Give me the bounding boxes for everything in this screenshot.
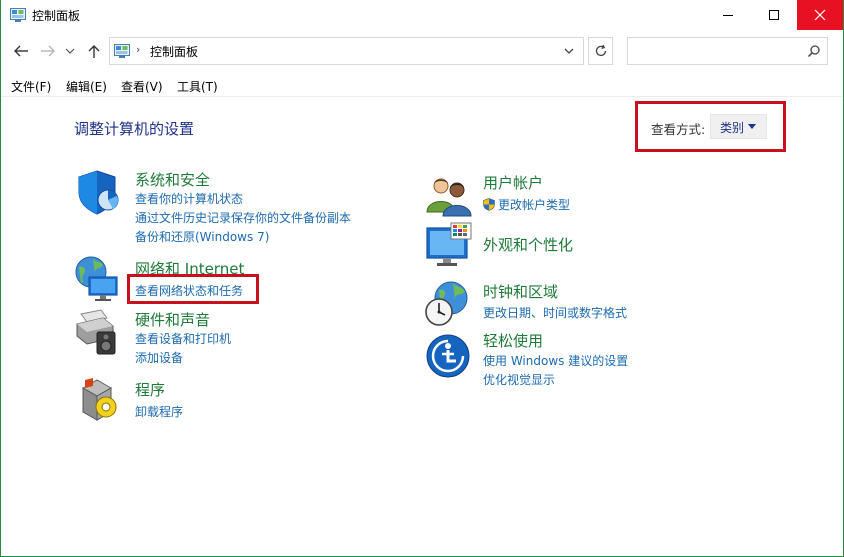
menu-view[interactable]: 查看(V): [121, 78, 163, 95]
menu-tools[interactable]: 工具(T): [177, 78, 218, 95]
arrow-left-icon: [14, 45, 28, 57]
maximize-button[interactable]: [751, 0, 797, 30]
breadcrumb-separator[interactable]: ›: [136, 43, 140, 56]
maximize-icon: [769, 10, 779, 20]
programs-icon: [81, 378, 117, 421]
link-devices-printers[interactable]: 查看设备和打印机: [135, 330, 231, 347]
close-icon: [814, 9, 826, 21]
link-change-account-type-label: 更改帐户类型: [498, 198, 571, 212]
category-system-security[interactable]: 系统和安全: [135, 169, 210, 190]
minimize-button[interactable]: [705, 0, 751, 30]
forward-button[interactable]: [39, 42, 57, 60]
menu-file[interactable]: 文件(F): [11, 78, 51, 95]
link-backup-restore[interactable]: 备份和还原(Windows 7): [135, 228, 269, 245]
menu-bar: 文件(F) 编辑(E) 查看(V) 工具(T): [1, 73, 843, 97]
system-security-shield-icon: [78, 170, 119, 215]
recent-locations-button[interactable]: [63, 42, 77, 60]
link-optimize-visual-display[interactable]: 优化视觉显示: [483, 371, 555, 388]
link-change-account-type[interactable]: 更改帐户类型: [483, 196, 570, 213]
link-file-history-backup[interactable]: 通过文件历史记录保存你的文件备份副本: [135, 209, 351, 226]
ease-of-access-icon: [426, 334, 470, 378]
chevron-down-icon: [65, 48, 75, 54]
category-user-accounts[interactable]: 用户帐户: [483, 172, 543, 193]
category-clock-region[interactable]: 时钟和区域: [483, 281, 558, 302]
address-bar[interactable]: › 控制面板: [109, 37, 584, 65]
control-panel-icon: [10, 8, 26, 22]
uac-shield-icon: [483, 198, 495, 211]
page-title: 调整计算机的设置: [74, 120, 195, 138]
arrow-up-icon: [88, 45, 100, 58]
link-add-device[interactable]: 添加设备: [135, 349, 183, 366]
up-button[interactable]: [85, 42, 103, 60]
clock-region-icon: [425, 281, 468, 326]
minimize-icon: [723, 15, 733, 16]
appearance-personalization-icon: [426, 222, 472, 266]
hardware-sound-printer-icon: [76, 309, 116, 355]
control-panel-window: 控制面板 › 控制面板 文件(F) 编辑(E) 查看(V) 工具(T) 调整计算…: [0, 0, 844, 557]
refresh-icon: [595, 44, 606, 57]
link-view-computer-status[interactable]: 查看你的计算机状态: [135, 190, 243, 207]
window-title: 控制面板: [32, 9, 81, 23]
search-icon: [807, 45, 820, 58]
title-bar[interactable]: 控制面板: [1, 0, 843, 32]
breadcrumb-control-panel[interactable]: 控制面板: [150, 43, 198, 60]
category-programs[interactable]: 程序: [135, 379, 165, 400]
refresh-button[interactable]: [588, 37, 613, 65]
chevron-down-icon[interactable]: [562, 45, 576, 57]
highlight-box-view-by: [635, 101, 786, 152]
link-change-date-time-format[interactable]: 更改日期、时间或数字格式: [483, 304, 627, 321]
user-accounts-icon: [426, 178, 472, 217]
link-use-recommended-settings[interactable]: 使用 Windows 建议的设置: [483, 352, 628, 369]
network-internet-icon: [75, 256, 118, 301]
category-hardware-sound[interactable]: 硬件和声音: [135, 309, 210, 330]
close-button[interactable]: [797, 0, 843, 30]
category-ease-of-access[interactable]: 轻松使用: [483, 330, 543, 351]
control-panel-icon: [114, 44, 130, 58]
back-button[interactable]: [12, 42, 30, 60]
menu-edit[interactable]: 编辑(E): [66, 78, 107, 95]
arrow-right-icon: [41, 45, 55, 57]
search-input[interactable]: [627, 37, 828, 65]
highlight-box-network-status: [127, 274, 259, 304]
link-uninstall-program[interactable]: 卸载程序: [135, 403, 183, 420]
category-appearance-personalization[interactable]: 外观和个性化: [483, 234, 573, 255]
